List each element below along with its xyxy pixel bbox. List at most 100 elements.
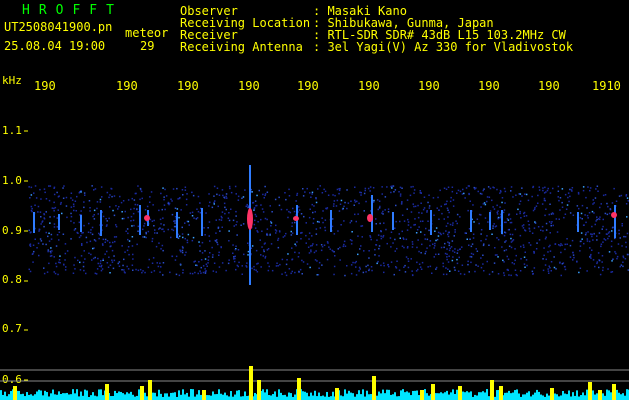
noise-pixel: [491, 271, 494, 273]
noise-pixel: [220, 246, 222, 248]
noise-pixel: [93, 247, 95, 249]
noise-pixel: [70, 212, 72, 215]
noise-pixel: [230, 191, 233, 194]
noise-pixel: [79, 269, 82, 271]
noise-pixel: [37, 211, 39, 213]
noise-pixel: [420, 202, 422, 204]
noise-pixel: [580, 232, 583, 234]
noise-pixel: [415, 232, 418, 234]
noise-pixel: [199, 250, 201, 252]
noise-pixel: [123, 271, 126, 273]
noise-pixel: [442, 232, 445, 235]
noise-pixel: [133, 207, 135, 210]
noise-pixel: [456, 252, 459, 254]
noise-pixel: [614, 251, 616, 253]
noise-pixel: [162, 217, 164, 219]
noise-pixel: [457, 189, 460, 192]
baseline-bar: [110, 396, 112, 400]
noise-pixel: [30, 205, 33, 208]
noise-pixel: [270, 225, 272, 227]
noise-pixel: [237, 249, 240, 251]
noise-pixel: [177, 198, 179, 200]
noise-pixel: [537, 202, 539, 204]
noise-pixel: [288, 195, 291, 197]
noise-pixel: [43, 225, 45, 228]
noise-pixel: [51, 250, 53, 252]
noise-pixel: [548, 265, 550, 267]
noise-pixel: [350, 272, 353, 275]
noise-pixel: [92, 215, 94, 218]
noise-pixel: [111, 261, 114, 263]
baseline-bar: [10, 391, 12, 400]
noise-pixel: [267, 269, 270, 272]
noise-pixel: [407, 258, 409, 260]
noise-pixel: [420, 231, 422, 233]
noise-pixel: [185, 251, 187, 254]
baseline-bar: [4, 391, 6, 400]
noise-pixel: [592, 199, 594, 201]
baseline-bar: [312, 395, 314, 400]
noise-pixel: [521, 187, 523, 189]
baseline-bar: [478, 392, 480, 400]
noise-pixel: [413, 192, 415, 194]
noise-pixel: [548, 272, 550, 274]
baseline-bar: [28, 394, 30, 400]
noise-pixel: [563, 216, 565, 219]
noise-pixel: [442, 273, 445, 276]
noise-pixel: [446, 248, 448, 250]
noise-pixel: [80, 191, 82, 193]
noise-pixel: [519, 210, 521, 213]
noise-pixel: [289, 211, 292, 214]
noise-pixel: [82, 265, 85, 268]
noise-pixel: [412, 274, 414, 277]
noise-pixel: [494, 225, 497, 228]
noise-pixel: [149, 201, 151, 203]
baseline-bar: [332, 391, 334, 400]
noise-pixel: [355, 220, 357, 223]
baseline-bar: [74, 393, 76, 400]
noise-pixel: [379, 222, 381, 225]
noise-pixel: [434, 230, 436, 232]
noise-pixel: [584, 214, 586, 216]
noise-pixel: [131, 197, 133, 200]
noise-pixel: [597, 252, 600, 254]
noise-pixel: [560, 274, 562, 277]
noise-pixel: [275, 224, 277, 227]
noise-pixel: [612, 258, 614, 260]
noise-pixel: [207, 256, 210, 258]
noise-pixel: [401, 230, 403, 233]
noise-pixel: [494, 247, 496, 249]
noise-pixel: [76, 195, 78, 198]
noise-pixel: [604, 239, 607, 241]
noise-pixel: [34, 185, 37, 187]
baseline-bar: [350, 392, 352, 400]
noise-pixel: [426, 211, 428, 213]
noise-pixel: [435, 239, 437, 242]
noise-pixel: [501, 246, 503, 248]
noise-pixel: [405, 238, 408, 241]
noise-pixel: [102, 258, 104, 260]
noise-pixel: [488, 273, 491, 276]
noise-pixel: [593, 233, 595, 235]
noise-pixel: [80, 210, 82, 212]
noise-pixel: [604, 194, 607, 196]
noise-pixel: [523, 215, 526, 217]
noise-pixel: [528, 228, 531, 230]
noise-pixel: [466, 238, 468, 240]
noise-pixel: [344, 245, 347, 247]
baseline-bar: [222, 394, 224, 400]
noise-pixel: [30, 209, 33, 212]
noise-pixel: [594, 197, 597, 199]
noise-pixel: [64, 259, 66, 261]
noise-pixel: [251, 191, 253, 193]
noise-pixel: [91, 226, 94, 229]
noise-pixel: [453, 235, 455, 237]
noise-pixel: [573, 256, 575, 259]
noise-pixel: [596, 261, 599, 263]
noise-pixel: [197, 210, 200, 213]
noise-pixel: [207, 227, 209, 229]
noise-pixel: [370, 238, 372, 241]
noise-pixel: [355, 266, 357, 268]
noise-pixel: [496, 237, 498, 239]
noise-pixel: [480, 233, 482, 235]
